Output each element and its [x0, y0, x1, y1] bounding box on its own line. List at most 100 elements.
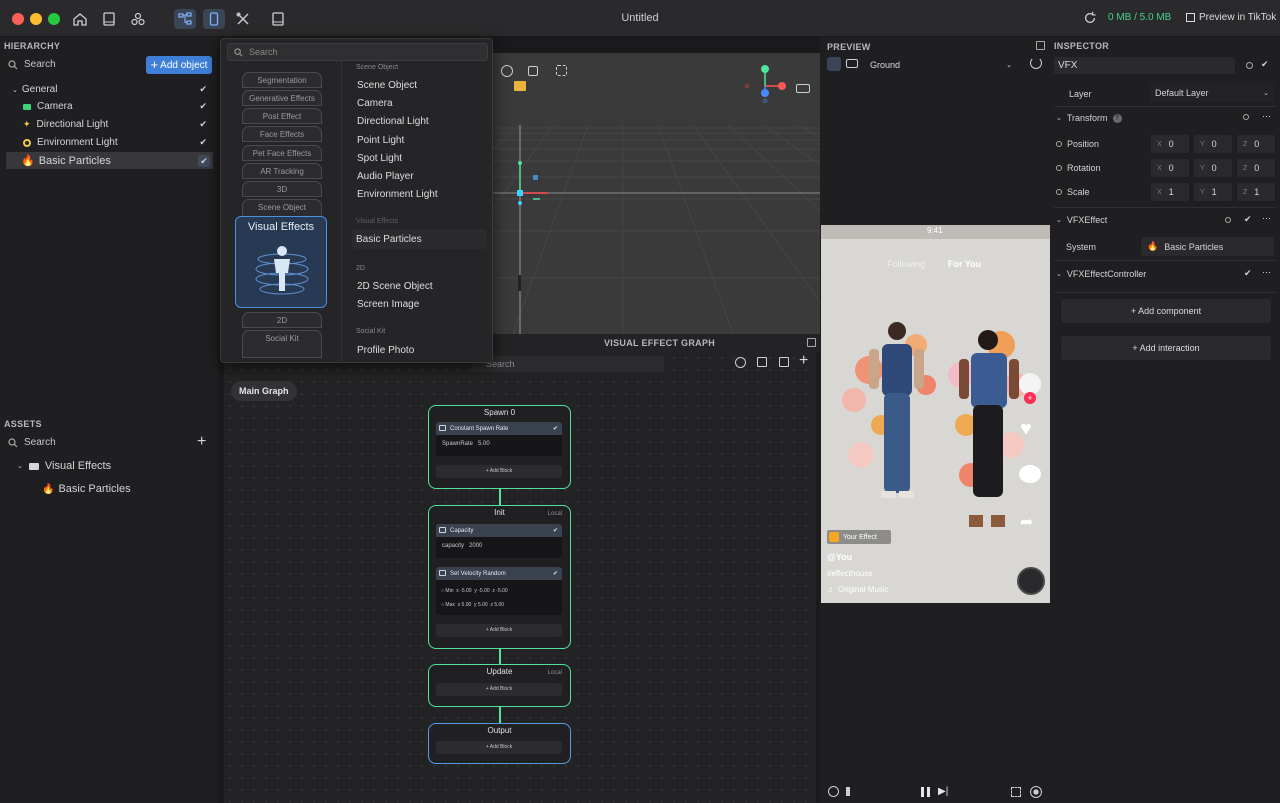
refresh-preview-icon[interactable] [1030, 57, 1042, 69]
category-post-effect[interactable]: Post Effect [242, 108, 322, 124]
menu-item-spot-light[interactable]: Spot Light [357, 153, 402, 164]
vfx-controller-section-header[interactable]: ⌄ VFXEffectController [1056, 264, 1274, 284]
background-select[interactable]: Ground ⌄ [864, 57, 1018, 72]
add-component-button[interactable]: + Add component [1061, 299, 1271, 323]
camera-view-icon[interactable] [796, 84, 810, 93]
community-icon[interactable] [127, 9, 149, 29]
camera-icon[interactable] [846, 59, 858, 68]
more-options-icon[interactable]: ⋯ [1262, 267, 1271, 278]
phone-preview-icon[interactable] [203, 9, 225, 29]
refresh-icon[interactable] [1083, 11, 1097, 25]
position-z-field[interactable]: Z0 [1237, 135, 1275, 153]
pause-icon[interactable] [921, 787, 930, 797]
target-icon[interactable] [1243, 114, 1249, 120]
comment-icon[interactable] [1019, 465, 1041, 483]
volume-icon[interactable] [846, 787, 856, 796]
asset-folder-visual-effects[interactable]: ⌄ Visual Effects [17, 460, 111, 472]
share-icon[interactable]: ➦ [1020, 512, 1033, 532]
menu-item-camera[interactable]: Camera [357, 98, 393, 109]
scene-viewport[interactable] [493, 53, 820, 334]
rotation-z-field[interactable]: Z0 [1237, 159, 1275, 177]
space-local-label[interactable]: Local [548, 670, 562, 676]
system-asset-field[interactable]: 🔥 Basic Particles [1141, 237, 1274, 256]
assets-search[interactable]: Search [8, 437, 56, 448]
info-icon[interactable] [735, 357, 746, 368]
grid-icon[interactable] [757, 357, 767, 367]
output-node[interactable]: Output + Add Block [428, 723, 571, 764]
tools-icon[interactable] [232, 9, 254, 29]
object-name-input[interactable]: VFX [1054, 57, 1235, 74]
scale-x-field[interactable]: X1 [1151, 183, 1189, 201]
vfx-graph-canvas[interactable]: Search + Main Graph Spawn 0 Constant Spa… [224, 352, 816, 803]
add-block-button[interactable]: + Add Block [436, 741, 562, 754]
home-icon[interactable] [69, 9, 91, 29]
layout-icon[interactable] [827, 57, 841, 71]
capacity-value[interactable]: 2000 [469, 543, 482, 549]
menu-item-scene-object[interactable]: Scene Object [357, 80, 417, 91]
category-segmentation[interactable]: Segmentation [242, 72, 322, 88]
add-object-button[interactable]: + Add object [146, 56, 212, 74]
hierarchy-item-basic-particles[interactable]: 🔥 Basic Particles ✔ [6, 152, 213, 169]
preview-in-tiktok-button[interactable]: Preview in TikTok [1186, 12, 1276, 23]
enabled-check-icon[interactable]: ✔ [553, 527, 558, 534]
hierarchy-item-camera[interactable]: Camera ✔ [6, 98, 213, 115]
help-icon[interactable]: ? [1112, 113, 1122, 123]
visibility-check-icon[interactable]: ✔ [199, 101, 207, 112]
init-node[interactable]: Init Local Capacity ✔ capacity 2000 Set V… [428, 505, 571, 649]
min-x-value[interactable]: -5.00 [460, 588, 471, 594]
tab-main-graph[interactable]: Main Graph [231, 381, 297, 401]
keyframe-icon[interactable] [1056, 165, 1062, 171]
visibility-check-icon[interactable]: ✔ [199, 137, 207, 148]
screenshot-icon[interactable] [1011, 787, 1021, 797]
category-social-kit[interactable]: Social Kit [242, 330, 322, 358]
add-node-icon[interactable]: + [799, 352, 808, 370]
position-y-field[interactable]: Y0 [1194, 135, 1232, 153]
add-block-button[interactable]: + Add Block [436, 465, 562, 478]
visibility-check-icon[interactable]: ✔ [199, 84, 207, 95]
menu-item-audio-player[interactable]: Audio Player [357, 171, 414, 182]
panel-icon[interactable] [267, 9, 289, 29]
menu-item-environment-light[interactable]: Environment Light [357, 189, 438, 200]
update-node[interactable]: Update Local + Add Block [428, 664, 571, 707]
enabled-check-icon[interactable]: ✔ [1261, 59, 1269, 70]
add-interaction-button[interactable]: + Add interaction [1061, 336, 1271, 360]
visibility-check-icon[interactable]: ✔ [199, 119, 207, 130]
book-icon[interactable] [98, 9, 120, 29]
enabled-check-icon[interactable]: ✔ [1244, 268, 1252, 279]
next-frame-icon[interactable]: ▶| [938, 786, 948, 797]
close-window-button[interactable] [12, 13, 24, 25]
tab-for-you[interactable]: For You [948, 259, 981, 269]
hierarchy-toggle-icon[interactable] [174, 9, 196, 29]
scale-tool-icon[interactable] [528, 66, 538, 76]
set-velocity-random-block[interactable]: Set Velocity Random ✔ ○ Min x -5.00 y -5.… [436, 567, 562, 615]
add-block-button[interactable]: + Add Block [436, 683, 562, 696]
image-icon[interactable] [514, 81, 526, 91]
category-ar-tracking[interactable]: AR Tracking [242, 163, 322, 179]
hierarchy-item-environment-light[interactable]: Environment Light ✔ [6, 134, 213, 151]
layer-select[interactable]: Default Layer ⌄ [1150, 84, 1274, 102]
record-icon[interactable] [1030, 786, 1042, 798]
visibility-check-icon[interactable]: ✔ [198, 154, 210, 167]
enabled-check-icon[interactable]: ✔ [553, 425, 558, 432]
menu-item-screen-image[interactable]: Screen Image [357, 299, 419, 310]
min-y-value[interactable]: -5.00 [478, 588, 489, 594]
popout-icon[interactable] [807, 338, 816, 347]
like-heart-icon[interactable]: ♥ [1020, 418, 1032, 441]
enabled-check-icon[interactable]: ✔ [1244, 214, 1252, 225]
category-pet-face-effects[interactable]: Pet Face Effects [242, 145, 322, 161]
music-icon[interactable] [828, 786, 839, 797]
minimize-window-button[interactable] [30, 13, 42, 25]
constant-spawn-rate-block[interactable]: Constant Spawn Rate ✔ SpawnRate 5.00 [436, 422, 562, 456]
transform-section-header[interactable]: ⌄ Transform? [1056, 108, 1274, 128]
max-x-value[interactable]: 5.00 [462, 602, 472, 608]
tiktok-phone-preview[interactable]: 9:41 Following For You + ♥ ➦ Your Effect… [821, 225, 1050, 603]
scale-z-field[interactable]: Z1 [1237, 183, 1275, 201]
music-disc-icon[interactable] [1017, 567, 1045, 595]
target-icon[interactable] [1246, 62, 1253, 69]
transform-tool-icon[interactable] [556, 65, 567, 76]
menu-item-2d-scene-object[interactable]: 2D Scene Object [357, 281, 433, 292]
min-z-value[interactable]: -5.00 [496, 588, 507, 594]
maximize-window-button[interactable] [48, 13, 60, 25]
category-scene-object[interactable]: Scene Object [242, 199, 322, 217]
add-block-button[interactable]: + Add Block [436, 624, 562, 637]
